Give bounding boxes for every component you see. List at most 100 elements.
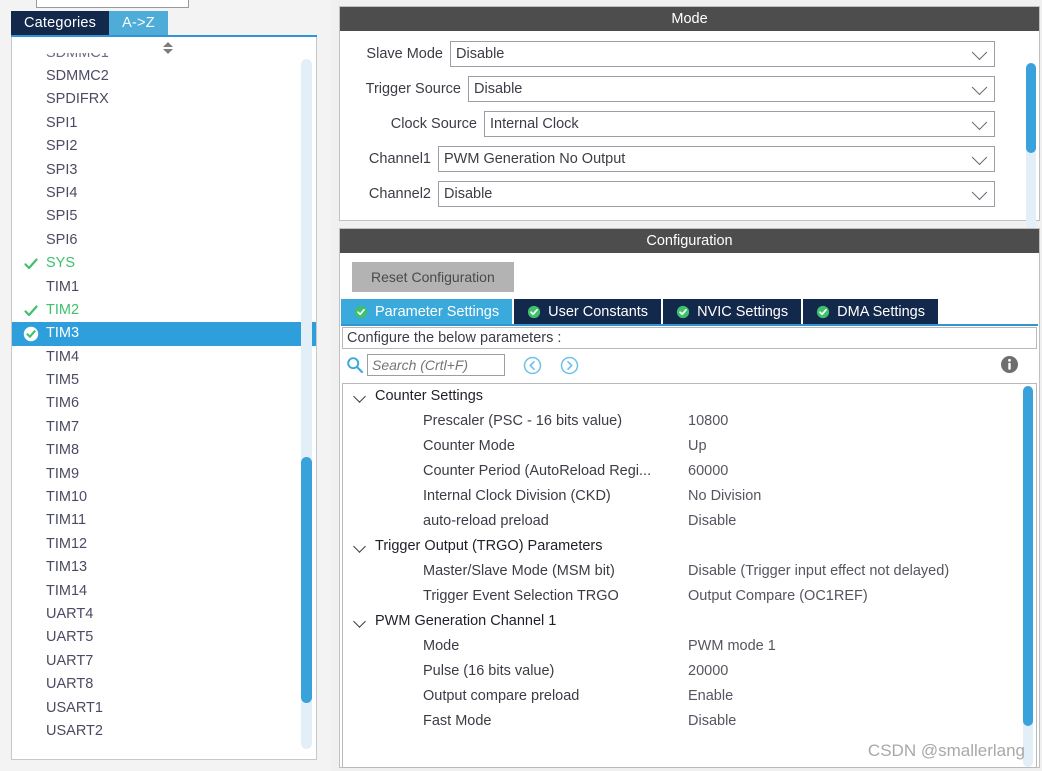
mode-select-trigger-source[interactable]: Disable [468,76,995,102]
tree-row[interactable]: Prescaler (PSC - 16 bits value) 10800 [343,409,1036,434]
peripheral-item-tim14[interactable]: TIM14 [12,580,316,603]
tab-user-constants[interactable]: User Constants [514,299,662,324]
peripheral-item-uart4[interactable]: UART4 [12,603,316,626]
peripheral-item-uart8[interactable]: UART8 [12,673,316,696]
tree-row[interactable]: Counter Mode Up [343,434,1036,459]
peripheral-item-spdifrx[interactable]: SPDIFRX [12,88,316,111]
peripheral-item-uart7[interactable]: UART7 [12,650,316,673]
parameter-name: Counter Mode [423,438,515,454]
peripheral-item-label: TIM5 [46,372,80,389]
mode-select-slave-mode[interactable]: Disable [450,41,995,67]
parameter-value[interactable]: Disable (Trigger input effect not delaye… [688,559,949,584]
peripheral-item-tim4[interactable]: TIM4 [12,346,316,369]
peripheral-item-tim2[interactable]: TIM2 [12,299,316,322]
peripheral-item-uart5[interactable]: UART5 [12,626,316,649]
category-tabs: Categories A->Z [11,11,168,35]
tree-row[interactable]: Output compare preload Enable [343,684,1036,709]
parameter-name: Prescaler (PSC - 16 bits value) [423,413,623,429]
parameter-value[interactable]: 60000 [688,459,728,484]
peripheral-search-field-partial[interactable] [36,0,189,8]
peripheral-item-tim9[interactable]: TIM9 [12,463,316,486]
peripheral-item-tim5[interactable]: TIM5 [12,369,316,392]
parameter-value[interactable]: PWM mode 1 [688,634,776,659]
parameter-value[interactable]: 10800 [688,409,728,434]
stm32cubemx-window: Categories A->Z SDMMC1 SDMMC2 SPDIFRX SPI1 SP… [0,0,1042,771]
tab-dma-settings[interactable]: DMA Settings [803,299,938,324]
tree-row[interactable]: auto-reload preload Disable [343,509,1036,534]
peripheral-item-spi2[interactable]: SPI2 [12,135,316,158]
tree-row[interactable]: Trigger Event Selection TRGO Output Compa… [343,584,1036,609]
peripheral-item-spi6[interactable]: SPI6 [12,229,316,252]
mode-scrollbar-thumb[interactable] [1026,63,1036,153]
parameter-name: auto-reload preload [423,513,549,529]
tree-group-trigger-output-trgo-parameters[interactable]: Trigger Output (TRGO) Parameters [343,534,1036,559]
parameter-search-input[interactable] [367,354,505,376]
mode-select-channel1[interactable]: PWM Generation No Output [438,146,995,172]
tree-row[interactable]: Pulse (16 bits value) 20000 [343,659,1036,684]
tree-row[interactable]: Fast Mode Disable [343,709,1036,734]
tree-row[interactable]: Counter Period (AutoReload Regi... 60000 [343,459,1036,484]
tree-group-pwm-generation-channel-1[interactable]: PWM Generation Channel 1 [343,609,1036,634]
peripheral-item-tim10[interactable]: TIM10 [12,486,316,509]
parameter-name: Fast Mode [423,713,492,729]
peripheral-item-tim1[interactable]: TIM1 [12,276,316,299]
peripheral-item-tim11[interactable]: TIM11 [12,509,316,532]
reset-configuration-button[interactable]: Reset Configuration [352,262,514,292]
peripheral-item-tim3[interactable]: TIM3 [12,322,316,346]
search-icon [346,356,364,374]
parameter-value[interactable]: Up [688,434,707,459]
peripheral-item-usart1[interactable]: USART1 [12,697,316,720]
peripheral-item-spi5[interactable]: SPI5 [12,205,316,228]
category-tab-a-z[interactable]: A->Z [109,11,168,35]
mode-select-channel2[interactable]: Disable [438,181,995,207]
parameter-value[interactable]: No Division [688,484,761,509]
parameter-value[interactable]: Disable [688,509,736,534]
peripheral-item-label: TIM3 [46,325,80,342]
category-tab-categories[interactable]: Categories [11,11,110,35]
peripheral-item-tim7[interactable]: TIM7 [12,416,316,439]
tree-row[interactable]: Mode PWM mode 1 [343,634,1036,659]
peripheral-item-tim12[interactable]: TIM12 [12,533,316,556]
next-circle-icon[interactable] [560,356,579,375]
tree-group-counter-settings[interactable]: Counter Settings [343,384,1036,409]
peripheral-item-sdmmc2[interactable]: SDMMC2 [12,65,316,88]
peripheral-item-tim6[interactable]: TIM6 [12,392,316,415]
tab-label: Parameter Settings [375,303,500,320]
parameter-value[interactable]: 20000 [688,659,728,684]
peripheral-item-usart2[interactable]: USART2 [12,720,316,743]
peripheral-item-spi4[interactable]: SPI4 [12,182,316,205]
peripheral-item-sys[interactable]: SYS [12,252,316,275]
info-icon[interactable] [1000,355,1019,374]
parameter-name: Counter Period (AutoReload Regi... [423,463,652,479]
peripheral-item-tim8[interactable]: TIM8 [12,439,316,462]
tab-nvic-settings[interactable]: NVIC Settings [663,299,802,324]
peripheral-list-box: SDMMC1 SDMMC2 SPDIFRX SPI1 SPI2 SPI3 SPI4 SPI5 S… [11,37,317,760]
parameter-tree-scrollbar-thumb[interactable] [1023,386,1033,726]
parameter-value[interactable]: Output Compare (OC1REF) [688,584,868,609]
parameter-value[interactable]: Disable [688,709,736,734]
chevron-down-icon [353,540,366,553]
peripheral-item-label: SPI4 [46,184,78,201]
parameter-name: Internal Clock Division (CKD) [423,488,611,504]
peripheral-item-tim13[interactable]: TIM13 [12,556,316,579]
mode-label: Clock Source [390,116,477,132]
peripheral-item-spi3[interactable]: SPI3 [12,159,316,182]
parameter-name: Trigger Event Selection TRGO [423,588,619,604]
mode-select-clock-source[interactable]: Internal Clock [484,111,995,137]
mode-label: Channel2 [368,186,431,202]
peripheral-item-label: TIM10 [46,489,88,506]
mode-label: Trigger Source [365,81,461,97]
peripheral-item-label: SPI3 [46,161,78,178]
peripheral-item-spi1[interactable]: SPI1 [12,112,316,135]
configured-check-icon [23,256,39,272]
peripheral-list-scrollbar-thumb[interactable] [301,457,312,703]
mode-label: Channel1 [368,151,431,167]
prev-circle-icon[interactable] [523,356,542,375]
tab-parameter-settings[interactable]: Parameter Settings [341,299,513,324]
tree-row[interactable]: Master/Slave Mode (MSM bit) Disable (Trig… [343,559,1036,584]
configure-parameters-label: Configure the below parameters : [342,327,1037,349]
peripheral-list-panel: Categories A->Z SDMMC1 SDMMC2 SPDIFRX SPI1 SP… [0,0,331,771]
parameter-value[interactable]: Enable [688,684,733,709]
tree-row[interactable]: Internal Clock Division (CKD) No Division [343,484,1036,509]
peripheral-item-sdmmc1[interactable]: SDMMC1 [12,53,316,65]
